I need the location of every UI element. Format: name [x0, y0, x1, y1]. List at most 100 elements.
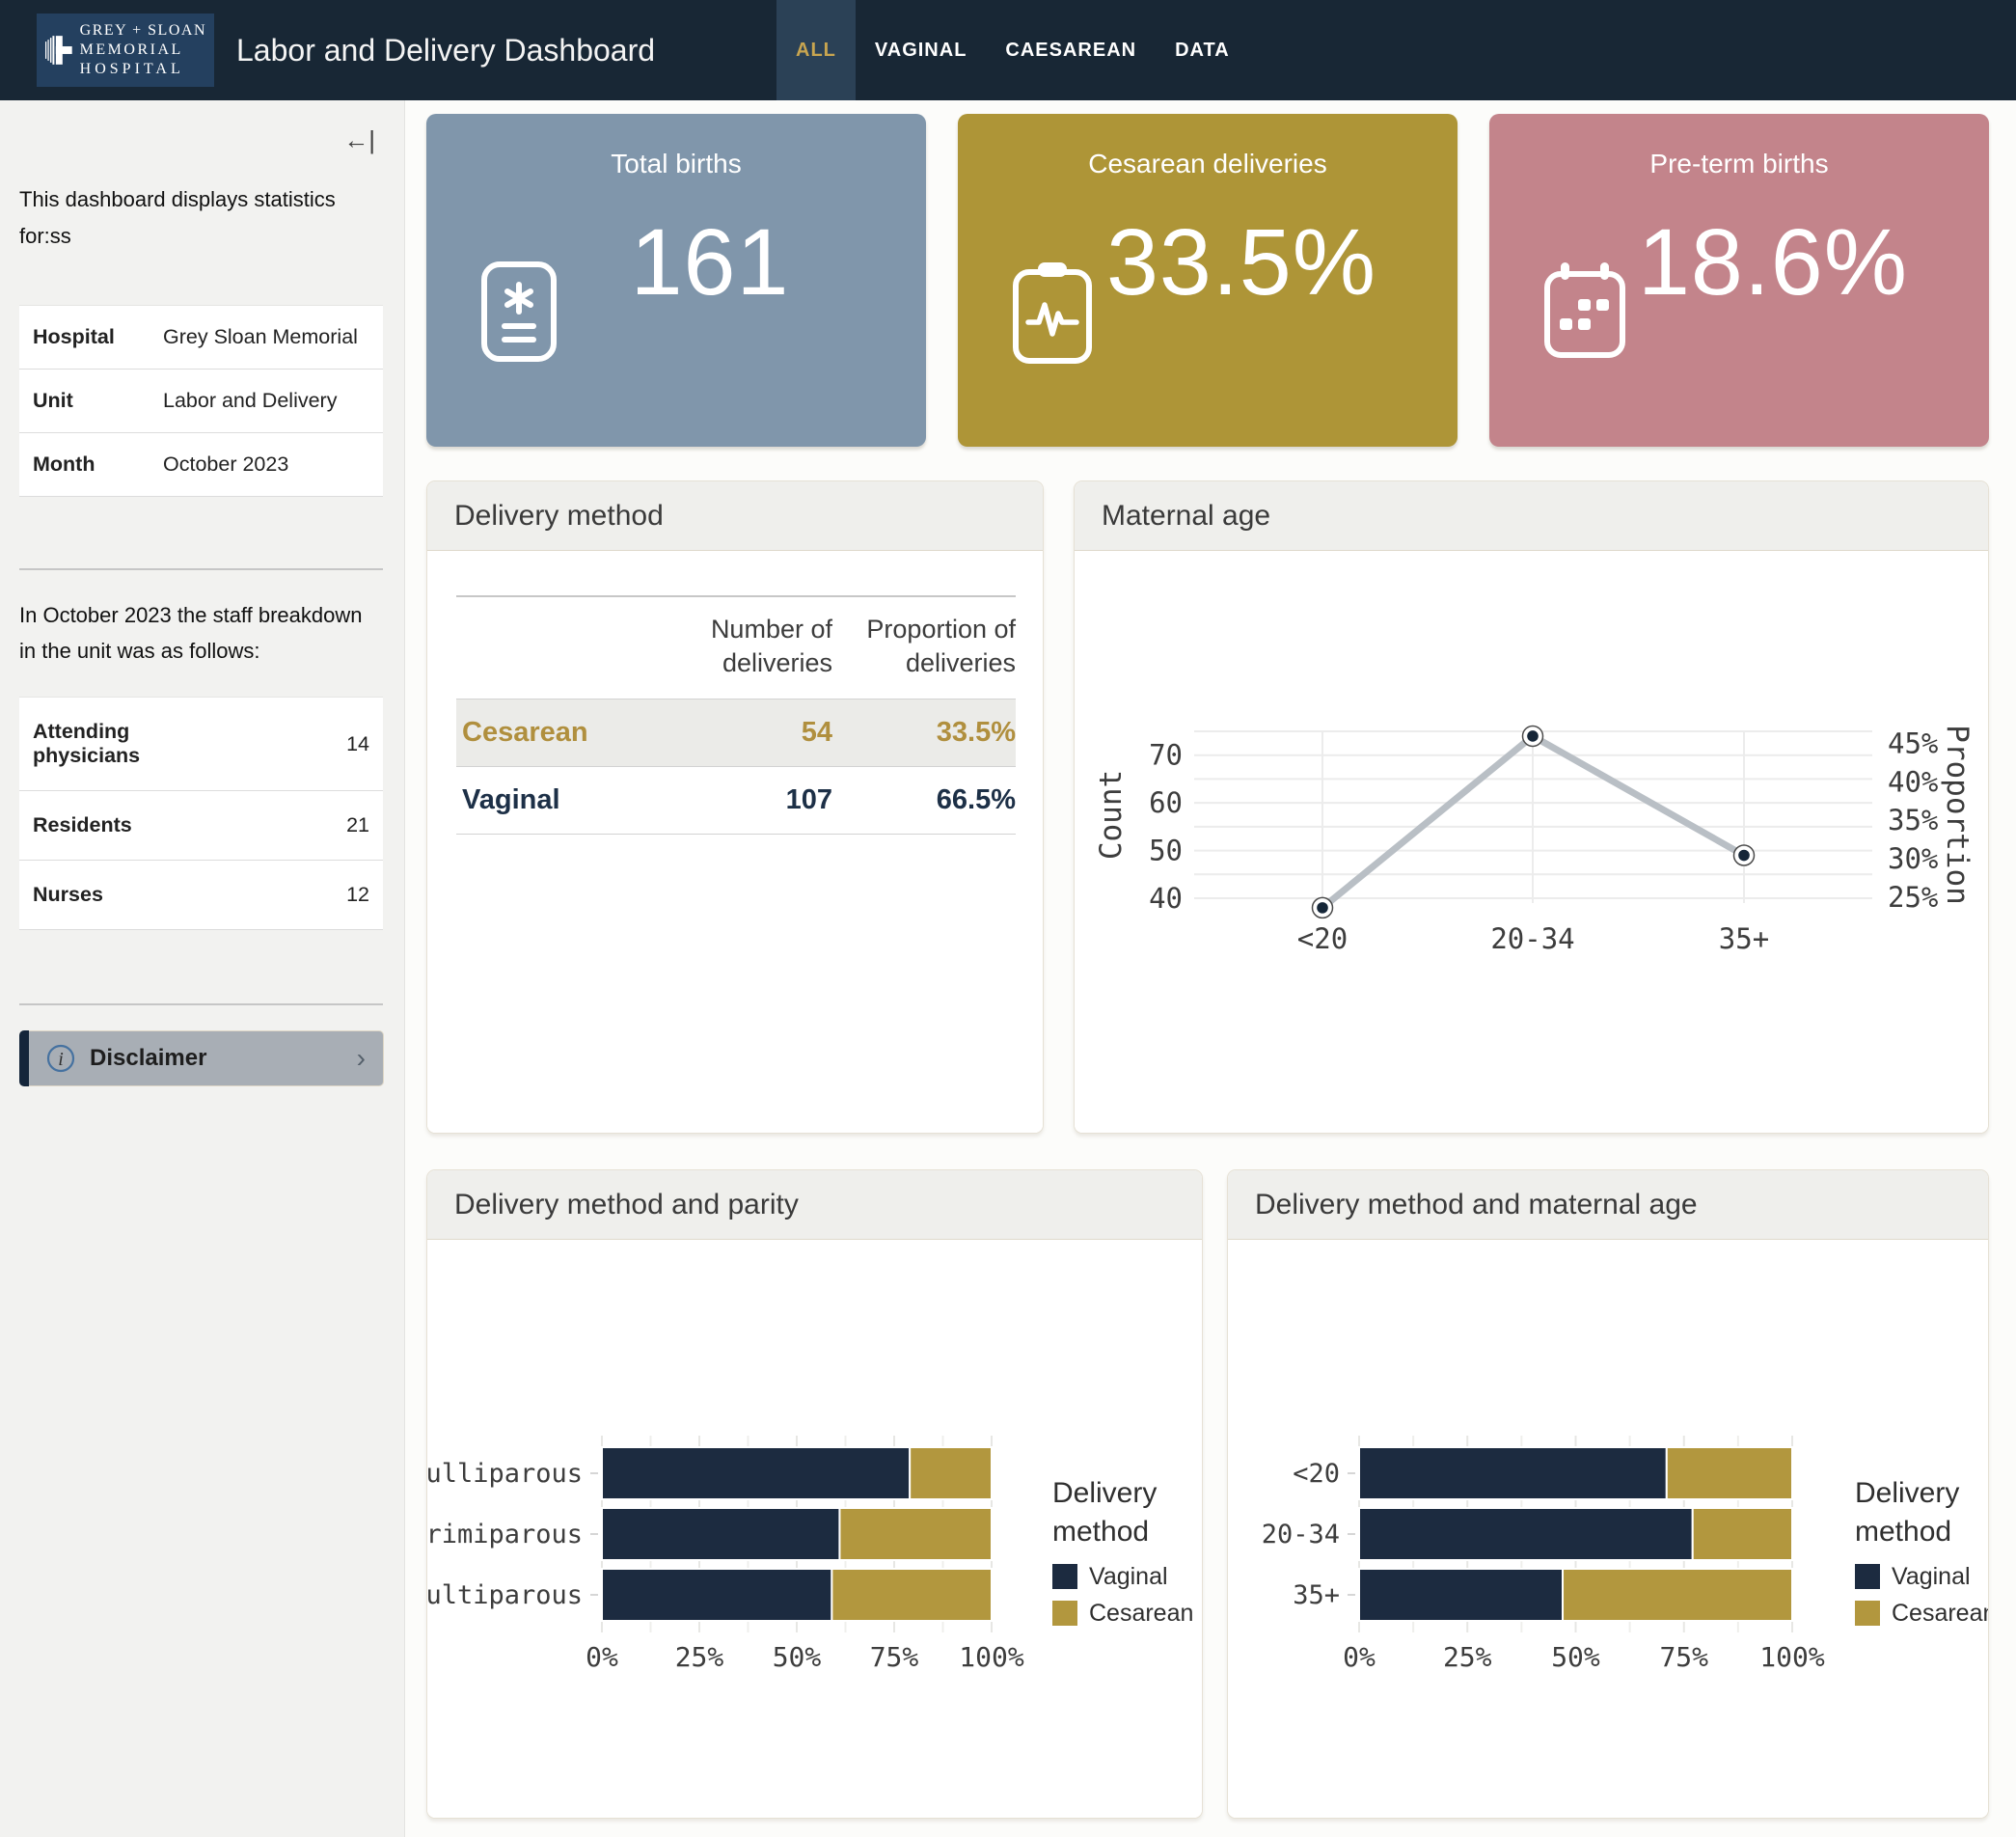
table-row: Unit Labor and Delivery [19, 369, 383, 432]
tab-all[interactable]: ALL [776, 0, 856, 100]
sidebar-intro-text: This dashboard displays statistics for:s… [19, 181, 383, 255]
svg-text:<20: <20 [1297, 922, 1348, 955]
svg-text:Cesarean: Cesarean [1089, 1600, 1193, 1627]
svg-text:35+: 35+ [1719, 922, 1769, 955]
table-header-row: Number of deliveries Proportion of deliv… [456, 596, 1016, 699]
svg-text:Nulliparous: Nulliparous [427, 1459, 583, 1489]
svg-text:0%: 0% [586, 1641, 618, 1673]
count-cell: 54 [659, 699, 832, 767]
svg-text:75%: 75% [870, 1641, 919, 1673]
table-row: Attending physicians 14 [19, 698, 383, 791]
valuebox-title: Total births [426, 149, 926, 179]
svg-text:75%: 75% [1659, 1641, 1708, 1673]
card-maternal-age: Maternal age 4050607025%30%35%40%45%<202… [1074, 480, 1989, 1134]
card-title: Maternal age [1075, 481, 1988, 551]
table-row: Month October 2023 [19, 432, 383, 496]
card-parity: Delivery method and parity Nulliparous Pr… [426, 1169, 1203, 1819]
info-icon: i [45, 1043, 76, 1074]
hospital-logo-text: GREY + SLOAN MEMORIAL HOSPITAL [80, 21, 206, 79]
staff-label: Nurses [19, 861, 153, 930]
card-title: Delivery method [427, 481, 1043, 551]
svg-text:50%: 50% [1551, 1641, 1600, 1673]
disclaimer-accent-bar [19, 1030, 29, 1086]
card-title: Delivery method and maternal age [1228, 1170, 1988, 1240]
hospital-info-table: Hospital Grey Sloan Memorial Unit Labor … [19, 305, 383, 497]
pct-cell: 66.5% [832, 767, 1016, 835]
staff-label: Attending physicians [19, 698, 153, 791]
svg-text:70: 70 [1149, 739, 1183, 772]
delivery-method-table: Number of deliveries Proportion of deliv… [456, 595, 1016, 835]
svg-text:Vaginal: Vaginal [1089, 1563, 1168, 1590]
svg-text:0%: 0% [1343, 1641, 1376, 1673]
value-boxes: Total births 161 Cesarean deliveries 33.… [426, 114, 1989, 447]
svg-text:25%: 25% [1443, 1641, 1492, 1673]
svg-text:Vaginal: Vaginal [1892, 1563, 1971, 1590]
age-stacked-bar-chart: <2020-3435+0%25%50%75%100%Deliverymethod… [1228, 1240, 1988, 1819]
svg-text:Delivery: Delivery [1052, 1477, 1157, 1509]
svg-text:40: 40 [1149, 882, 1183, 915]
info-label: Hospital [19, 305, 150, 369]
staff-table: Attending physicians 14 Residents 21 Nur… [19, 697, 383, 930]
info-label: Unit [19, 369, 150, 432]
svg-text:Primiparous: Primiparous [427, 1520, 583, 1549]
svg-text:50%: 50% [773, 1641, 822, 1673]
svg-text:20-34: 20-34 [1490, 922, 1574, 955]
staff-intro-text: In October 2023 the staff breakdown in t… [19, 597, 383, 671]
col-method [456, 596, 659, 699]
table-row-vaginal: Vaginal 107 66.5% [456, 767, 1016, 835]
valuebox-total-births: Total births 161 [426, 114, 926, 447]
svg-text:30%: 30% [1888, 842, 1938, 875]
tab-vaginal[interactable]: VAGINAL [856, 0, 987, 100]
pct-cell: 33.5% [832, 699, 1016, 767]
svg-text:method: method [1052, 1516, 1149, 1548]
table-row: Hospital Grey Sloan Memorial [19, 305, 383, 369]
page-title: Labor and Delivery Dashboard [236, 0, 655, 100]
valuebox-title: Cesarean deliveries [958, 149, 1458, 179]
valuebox-cesarean-deliveries: Cesarean deliveries 33.5% [958, 114, 1458, 447]
tab-caesarean[interactable]: CAESAREAN [986, 0, 1156, 100]
svg-text:Delivery: Delivery [1855, 1477, 1959, 1509]
staff-value: 21 [153, 791, 383, 861]
staff-value: 12 [153, 861, 383, 930]
svg-text:35%: 35% [1888, 804, 1938, 836]
valuebox-preterm-births: Pre-term births 18.6% [1489, 114, 1989, 447]
sidebar-collapse-icon[interactable]: ←| [343, 125, 375, 154]
main-content: Total births 161 Cesarean deliveries 33.… [405, 100, 2016, 1837]
chevron-right-icon: › [357, 1043, 366, 1074]
table-row-cesarean: Cesarean 54 33.5% [456, 699, 1016, 767]
navbar: GREY + SLOAN MEMORIAL HOSPITAL Labor and… [0, 0, 2016, 100]
table-row: Residents 21 [19, 791, 383, 861]
svg-text:i: i [58, 1049, 64, 1070]
info-value: October 2023 [150, 432, 383, 496]
svg-text:45%: 45% [1888, 727, 1938, 760]
svg-text:Multiparous: Multiparous [427, 1580, 583, 1610]
svg-text:100%: 100% [1759, 1641, 1825, 1673]
hospital-logo: GREY + SLOAN MEMORIAL HOSPITAL [37, 14, 214, 87]
hospital-cross-icon [44, 19, 74, 81]
card-age-stacked: Delivery method and maternal age <2020-3… [1227, 1169, 1989, 1819]
svg-text:Cesarean: Cesarean [1892, 1600, 1988, 1627]
info-label: Month [19, 432, 150, 496]
clipboard-pulse-icon [1010, 260, 1095, 365]
disclaimer-button[interactable]: i Disclaimer › [19, 1030, 384, 1086]
svg-text:25%: 25% [675, 1641, 724, 1673]
svg-text:40%: 40% [1888, 765, 1938, 798]
maternal-age-line-chart: 4050607025%30%35%40%45%<2020-3435+CountP… [1075, 551, 1988, 1134]
tab-data[interactable]: DATA [1156, 0, 1249, 100]
card-title: Delivery method and parity [427, 1170, 1202, 1240]
svg-text:20-34: 20-34 [1262, 1520, 1340, 1549]
svg-text:35+: 35+ [1293, 1580, 1340, 1610]
info-value: Labor and Delivery [150, 369, 383, 432]
disclaimer-label: Disclaimer [90, 1045, 206, 1072]
parity-stacked-bar-chart: Nulliparous Primiparous Multiparous 0% 25% 50… [427, 1240, 1202, 1819]
col-proportion: Proportion of deliveries [832, 596, 1016, 699]
valuebox-title: Pre-term births [1489, 149, 1989, 179]
svg-text:25%: 25% [1888, 881, 1938, 914]
svg-text:Count: Count [1094, 770, 1129, 860]
calendar-week-icon [1541, 260, 1628, 361]
method-cell: Cesarean [456, 699, 659, 767]
method-cell: Vaginal [456, 767, 659, 835]
nav-tabs: ALL VAGINAL CAESAREAN DATA [776, 0, 1249, 100]
file-medical-icon [478, 260, 559, 363]
svg-text:method: method [1855, 1516, 1951, 1548]
